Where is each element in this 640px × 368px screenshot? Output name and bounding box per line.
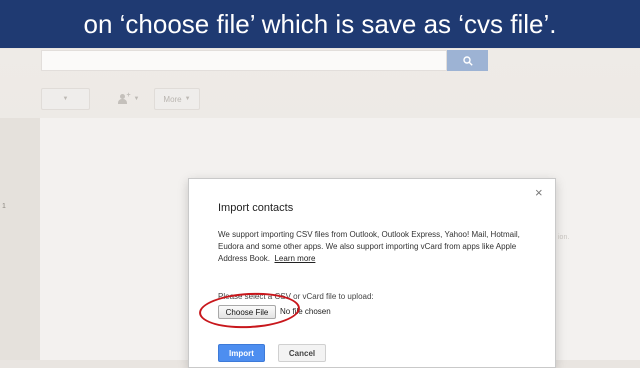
- close-icon[interactable]: ×: [535, 186, 543, 200]
- chevron-down-icon: ▼: [133, 96, 140, 102]
- import-button[interactable]: Import: [218, 344, 265, 362]
- cancel-button[interactable]: Cancel: [278, 344, 326, 362]
- caption-banner: on ‘choose file’ which is save as ‘cvs f…: [0, 0, 640, 48]
- search-button[interactable]: [447, 50, 488, 71]
- add-person-icon: +: [117, 92, 131, 104]
- dialog-description: We support importing CSV files from Outl…: [218, 229, 536, 265]
- highlight-ellipse: [198, 290, 301, 331]
- search-input[interactable]: [41, 50, 447, 71]
- description-text: We support importing CSV files from Outl…: [218, 230, 520, 263]
- dialog-title: Import contacts: [218, 202, 294, 214]
- background-hint-text: ion.: [558, 234, 570, 241]
- more-label: More: [163, 94, 182, 104]
- learn-more-link[interactable]: Learn more: [274, 254, 315, 263]
- caption-text: on ‘choose file’ which is save as ‘cvs f…: [83, 8, 557, 39]
- search-icon: [462, 55, 473, 66]
- left-nav-strip: [0, 118, 40, 360]
- chevron-down-icon: ▼: [184, 96, 191, 102]
- side-count: 1: [2, 203, 6, 210]
- more-button[interactable]: More ▼: [154, 88, 200, 110]
- import-contacts-dialog: × Import contacts We support importing C…: [188, 178, 556, 368]
- select-dropdown-button[interactable]: ▼: [41, 88, 90, 110]
- chevron-down-icon: ▼: [62, 96, 69, 102]
- add-contact-button[interactable]: + ▼: [105, 88, 151, 110]
